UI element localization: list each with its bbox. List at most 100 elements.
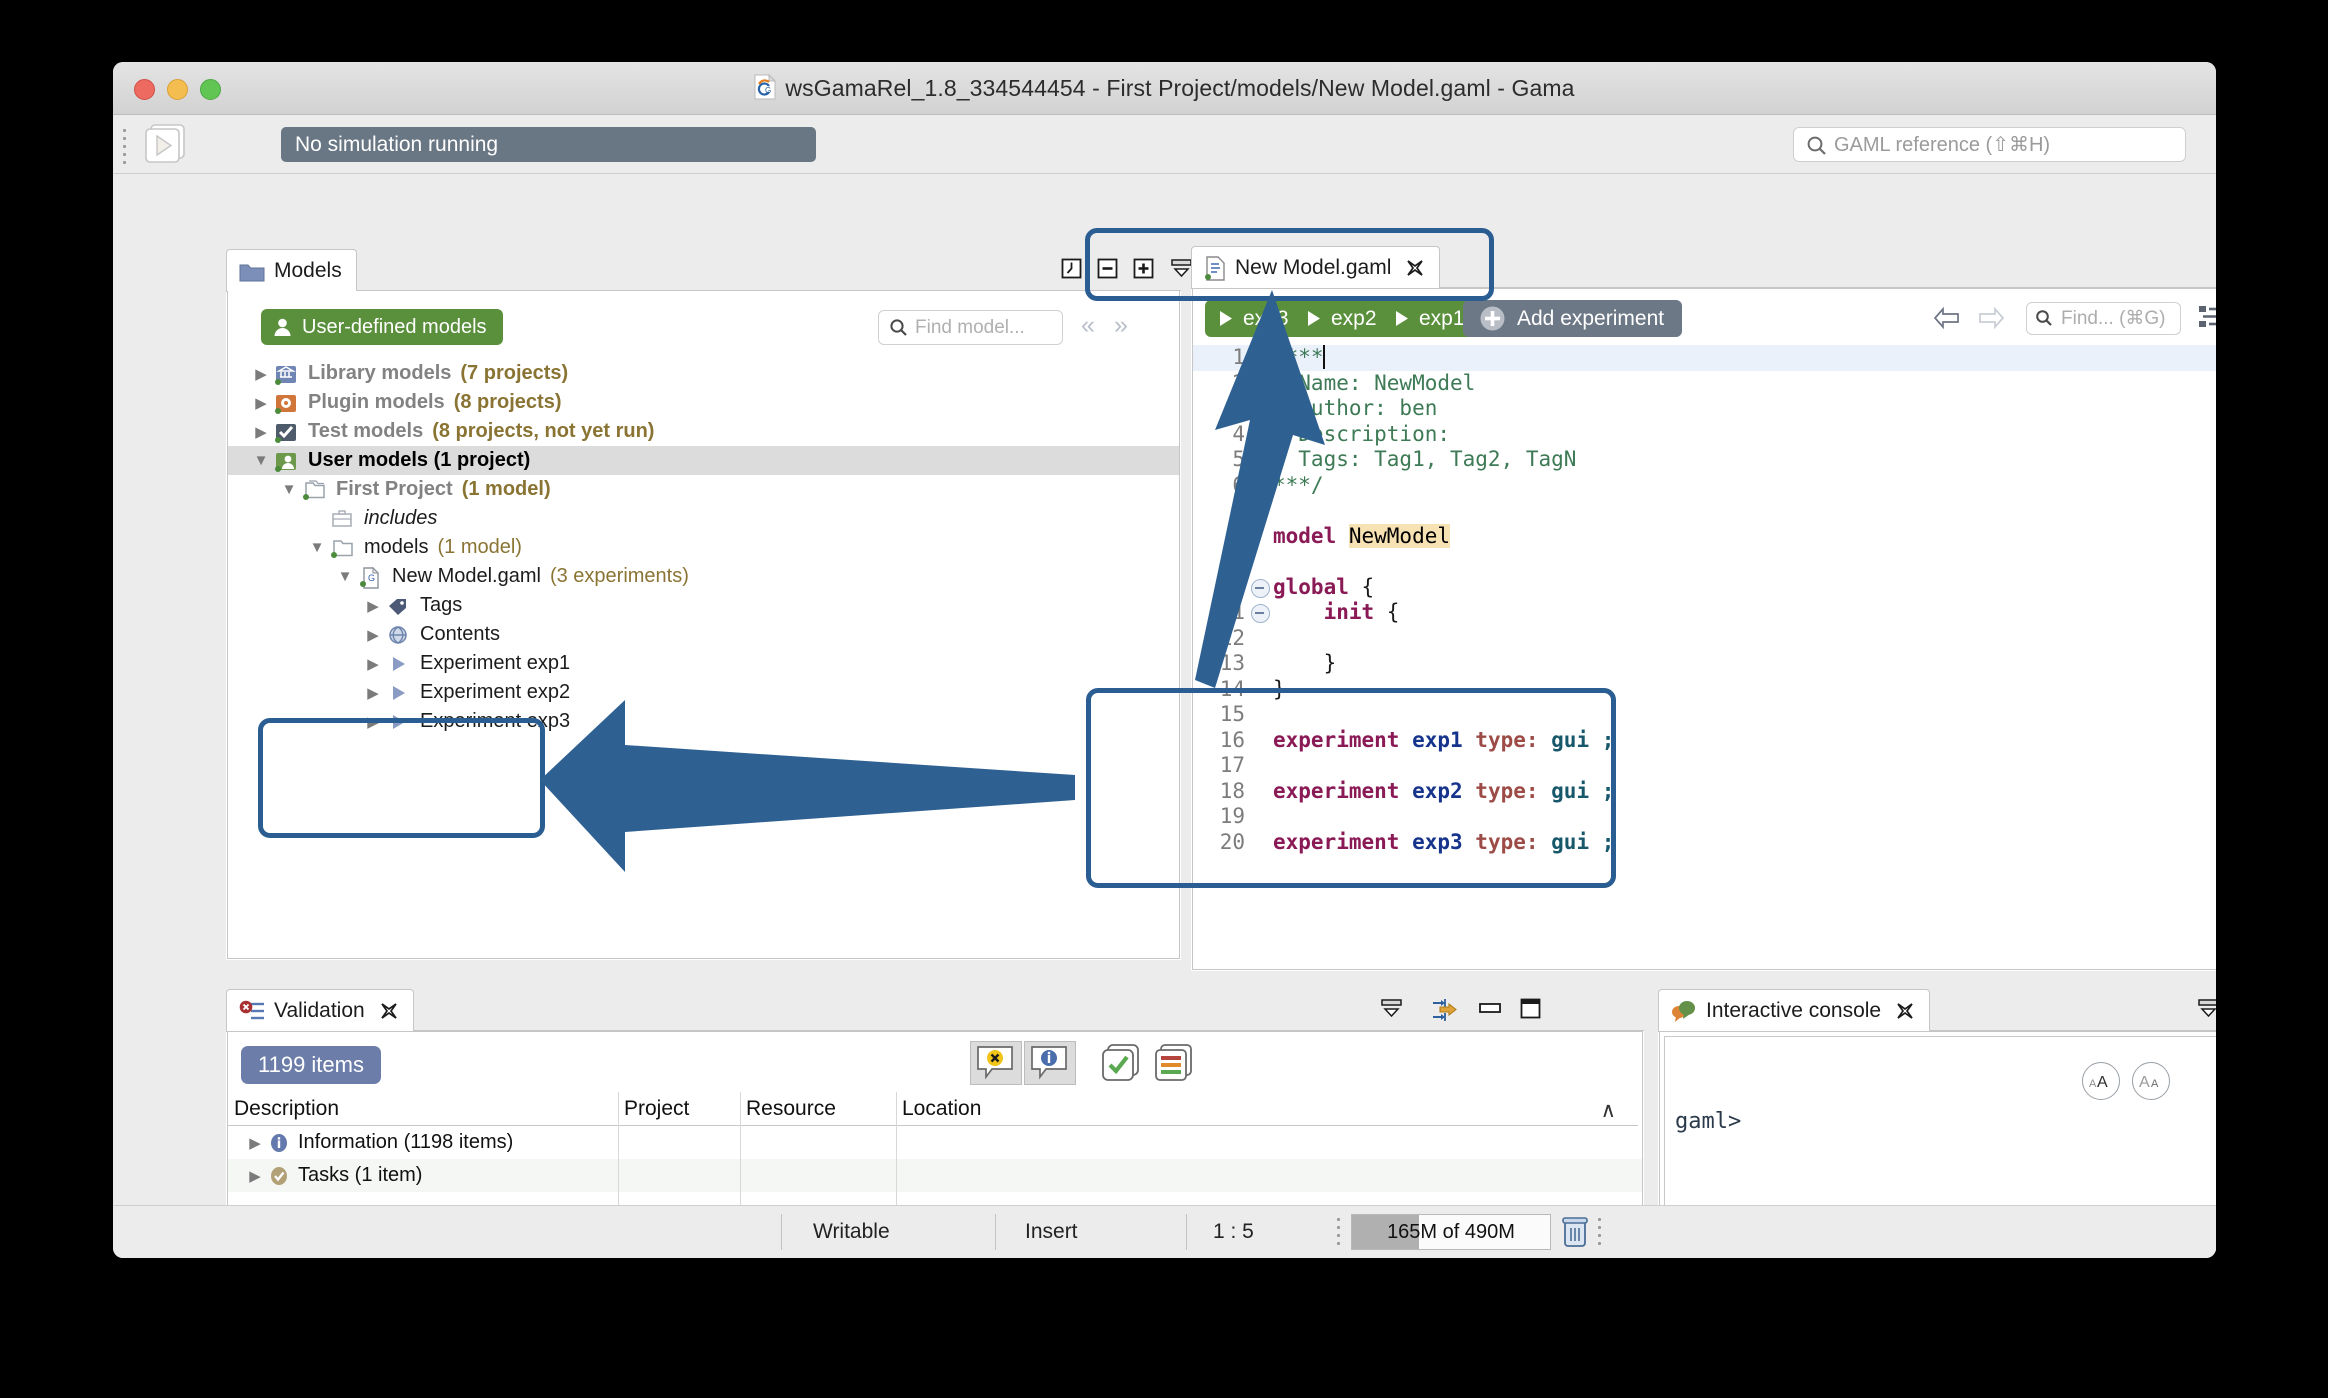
tree-item-first-project[interactable]: ▼ First Project (1 model): [228, 475, 1179, 504]
tree-item-plugin-models[interactable]: ▶ Plugin models (8 projects): [228, 388, 1179, 417]
outline-list-icon[interactable]: [2198, 303, 2216, 330]
column-header-location[interactable]: Location: [896, 1092, 1638, 1126]
arrow-left-icon[interactable]: [1933, 306, 1960, 330]
toolbar-drag-handle[interactable]: [121, 129, 129, 164]
decrease-font-icon[interactable]: AA: [2132, 1062, 2170, 1100]
code-line[interactable]: 10 global {: [1193, 575, 2216, 601]
twisty-collapsed-icon[interactable]: ▶: [242, 1167, 268, 1185]
close-icon[interactable]: [1405, 258, 1425, 278]
minimize-icon[interactable]: [1479, 1003, 1501, 1014]
twisty-expanded-icon[interactable]: ▼: [248, 452, 274, 469]
fold-toggle-icon[interactable]: [1251, 578, 1270, 598]
run-experiment-exp2-button[interactable]: exp2: [1293, 300, 1393, 337]
statusbar-drag-handle[interactable]: [1596, 1218, 1602, 1248]
code-line[interactable]: 18 experiment exp2 type: gui ;: [1193, 779, 2216, 805]
code-line[interactable]: 17: [1193, 753, 2216, 779]
close-icon[interactable]: [379, 1001, 399, 1021]
code-area[interactable]: 1 /*** 2 * Name: NewModel 3 * Author: ben 4 * …: [1193, 345, 2216, 969]
twisty-collapsed-icon[interactable]: ▶: [242, 1134, 268, 1152]
expand-all-icon[interactable]: [1133, 258, 1154, 279]
column-header-project[interactable]: Project: [618, 1092, 740, 1126]
code-line[interactable]: 1 /***: [1193, 345, 2216, 371]
chevron-left-double-icon[interactable]: «: [1081, 311, 1095, 340]
arrow-right-icon[interactable]: [1978, 306, 2005, 330]
twisty-expanded-icon[interactable]: ▼: [332, 568, 358, 585]
heap-status-bar[interactable]: 165M of 490M: [1351, 1214, 1551, 1250]
code-line[interactable]: 12: [1193, 626, 2216, 652]
code-line[interactable]: 11 init {: [1193, 600, 2216, 626]
tree-item-new-model-gaml[interactable]: ▼ G New Model.gaml (3 experiments): [228, 562, 1179, 591]
twisty-collapsed-icon[interactable]: ▶: [360, 655, 386, 673]
tab-validation[interactable]: Validation: [226, 989, 414, 1032]
code-line[interactable]: 19: [1193, 804, 2216, 830]
validation-row[interactable]: ▶ Information (1198 items): [228, 1126, 1642, 1159]
code-line[interactable]: 13 }: [1193, 651, 2216, 677]
code-line[interactable]: 8 model NewModel: [1193, 523, 2216, 550]
editor-find-input[interactable]: Find... (⌘G): [2026, 302, 2181, 335]
twisty-collapsed-icon[interactable]: ▶: [360, 713, 386, 731]
add-experiment-button[interactable]: Add experiment: [1463, 300, 1683, 337]
code-line[interactable]: 7: [1193, 498, 2216, 524]
maximize-icon[interactable]: [1520, 998, 1541, 1019]
code-line[interactable]: 14}: [1193, 677, 2216, 703]
close-icon[interactable]: [1895, 1001, 1915, 1021]
tree-item-experiment-exp3[interactable]: ▶ Experiment exp3: [228, 707, 1179, 736]
code-line[interactable]: 2 * Name: NewModel: [1193, 371, 2216, 397]
tree-item-label: Library models: [308, 362, 452, 384]
code-line[interactable]: 9: [1193, 549, 2216, 575]
chevron-right-double-icon[interactable]: »: [1114, 311, 1128, 340]
heap-drag-handle[interactable]: [1335, 1218, 1341, 1248]
gaml-reference-search[interactable]: GAML reference (⇧⌘H): [1793, 127, 2186, 162]
line-number: 14: [1219, 676, 1245, 701]
twisty-expanded-icon[interactable]: ▼: [276, 481, 302, 498]
tree-item-contents[interactable]: ▶ Contents: [228, 620, 1179, 649]
tree-item-test-models[interactable]: ▶ Test models (8 projects, not yet run): [228, 417, 1179, 446]
tree-item-experiment-exp2[interactable]: ▶ Experiment exp2: [228, 678, 1179, 707]
minimize-panel-icon[interactable]: [2197, 998, 2216, 1019]
code-line[interactable]: 3 * Author: ben: [1193, 396, 2216, 422]
column-header-description[interactable]: Description: [228, 1092, 618, 1126]
code-line[interactable]: 15: [1193, 702, 2216, 728]
twisty-collapsed-icon[interactable]: ▶: [248, 423, 274, 441]
run-experiment-exp3-button[interactable]: exp3: [1205, 300, 1305, 337]
code-line[interactable]: 20 experiment exp3 type: gui ;: [1193, 830, 2216, 856]
tab-models[interactable]: Models: [226, 249, 357, 292]
trash-icon[interactable]: [1561, 1216, 1589, 1248]
tab-interactive-console[interactable]: Interactive console: [1658, 989, 1931, 1032]
user-defined-models-badge[interactable]: User-defined models: [261, 309, 503, 345]
sort-ascending-icon[interactable]: ∧: [1601, 1098, 1616, 1123]
go-to-marker-icon[interactable]: [1431, 998, 1457, 1021]
collapse-all-icon[interactable]: [1097, 258, 1118, 279]
tree-item-user-models-1-project[interactable]: ▼ User models (1 project): [228, 446, 1179, 475]
minimize-panel-icon[interactable]: [1170, 258, 1193, 279]
twisty-collapsed-icon[interactable]: ▶: [360, 684, 386, 702]
twisty-collapsed-icon[interactable]: ▶: [248, 365, 274, 383]
twisty-collapsed-icon[interactable]: ▶: [360, 597, 386, 615]
twisty-collapsed-icon[interactable]: ▶: [360, 626, 386, 644]
severity-list-icon[interactable]: [1153, 1043, 1197, 1083]
find-model-input[interactable]: Find model...: [878, 310, 1063, 345]
fold-toggle-icon[interactable]: [1251, 349, 1270, 368]
code-line[interactable]: 5 * Tags: Tag1, Tag2, TagN: [1193, 447, 2216, 473]
validation-row[interactable]: ▶ Tasks (1 item): [228, 1159, 1642, 1192]
tree-item-models[interactable]: ▼ models (1 model): [228, 533, 1179, 562]
tree-item-tags[interactable]: ▶ Tags: [228, 591, 1179, 620]
twisty-expanded-icon[interactable]: ▼: [304, 539, 330, 556]
info-filter-icon[interactable]: [1024, 1041, 1076, 1085]
play-button-icon[interactable]: [137, 123, 199, 167]
code-line[interactable]: 4 * Description:: [1193, 422, 2216, 448]
tree-item-includes[interactable]: includes: [228, 504, 1179, 533]
tab-new-model-gaml[interactable]: New Model.gaml: [1191, 246, 1441, 289]
tree-item-library-models[interactable]: ▶ Library models (7 projects): [228, 359, 1179, 388]
fold-toggle-icon[interactable]: [1251, 604, 1270, 623]
check-filter-icon[interactable]: [1100, 1043, 1144, 1083]
history-icon[interactable]: [1061, 258, 1082, 279]
increase-font-icon[interactable]: AA: [2082, 1062, 2120, 1100]
twisty-collapsed-icon[interactable]: ▶: [248, 394, 274, 412]
code-line[interactable]: 16 experiment exp1 type: gui ;: [1193, 728, 2216, 754]
tree-item-experiment-exp1[interactable]: ▶ Experiment exp1: [228, 649, 1179, 678]
code-line[interactable]: 6 ***/: [1193, 473, 2216, 499]
error-filter-icon[interactable]: [970, 1041, 1022, 1085]
column-header-resource[interactable]: Resource: [740, 1092, 896, 1126]
minimize-panel-icon[interactable]: [1380, 998, 1403, 1019]
